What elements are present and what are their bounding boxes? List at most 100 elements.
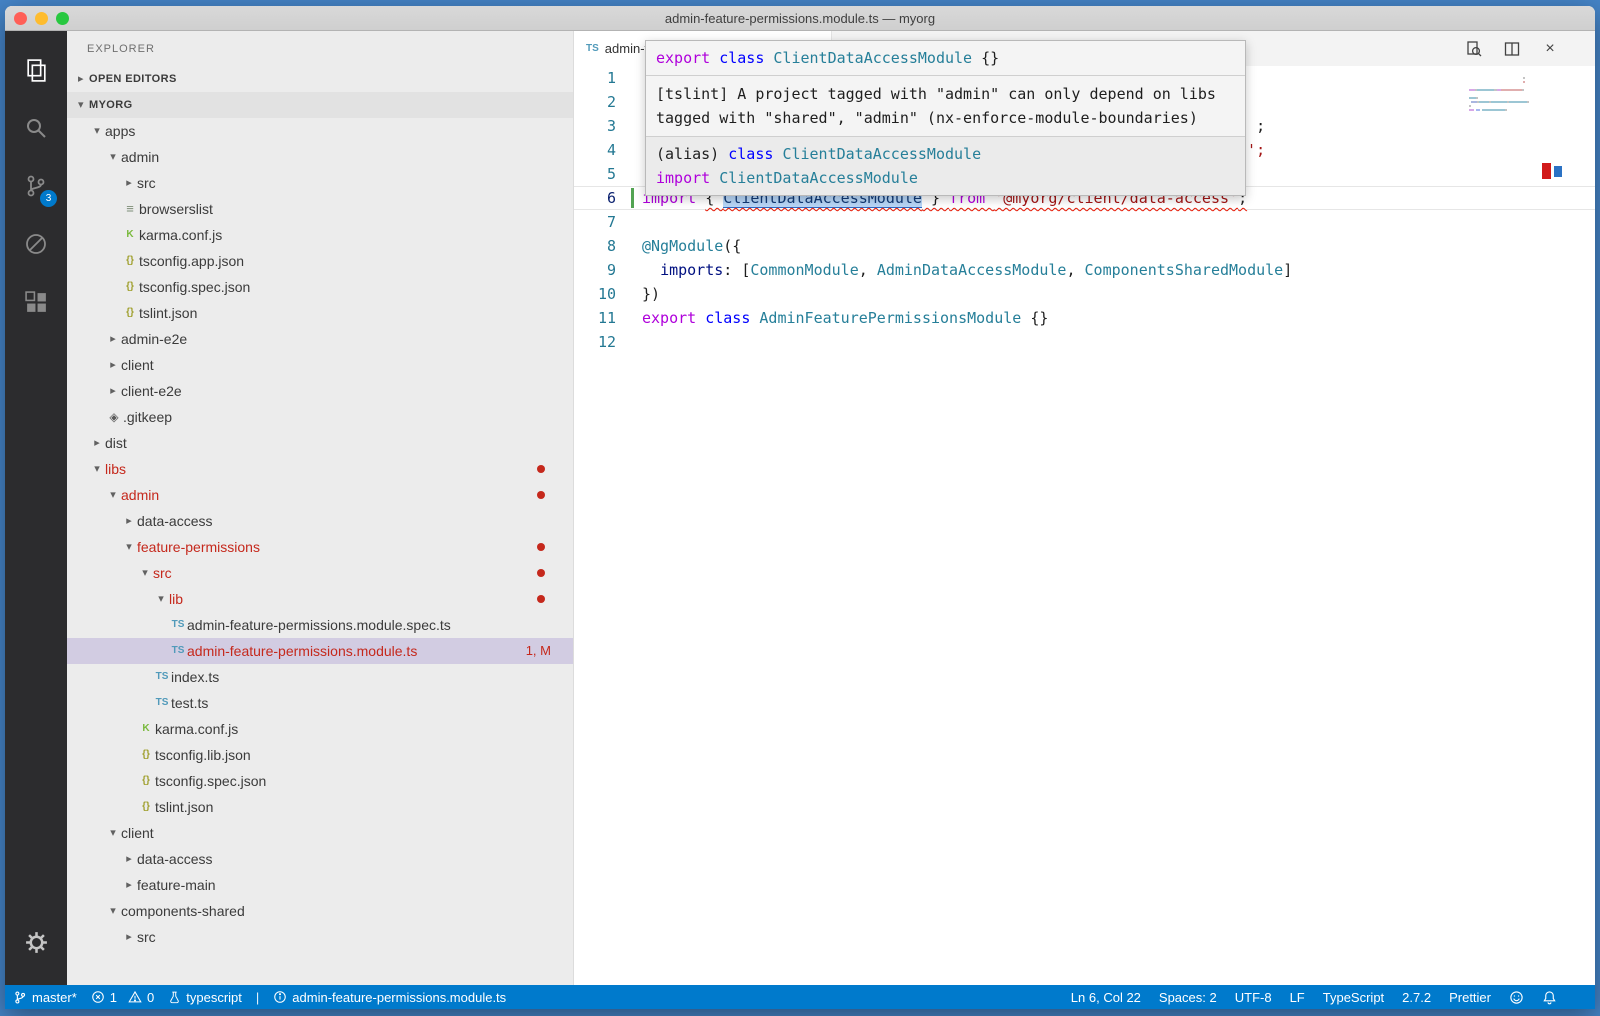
tree-folder-dist[interactable]: ▸dist — [67, 430, 573, 456]
eol-status[interactable]: LF — [1290, 990, 1305, 1005]
tree-folder-src[interactable]: ▾src — [67, 560, 573, 586]
chevron-down-icon[interactable]: ▾ — [105, 482, 121, 508]
tree-file-.gitkeep[interactable]: ◈.gitkeep — [67, 404, 573, 430]
tree-file-tsconfig.spec.json[interactable]: {}tsconfig.spec.json — [67, 768, 573, 794]
source-control-icon[interactable]: 3 — [5, 157, 67, 215]
explorer-icon[interactable] — [5, 41, 67, 99]
code-line-10[interactable]: 10}) — [574, 282, 1595, 306]
code-line-7[interactable]: 7 — [574, 210, 1595, 234]
tree-folder-components-shared[interactable]: ▾components-shared — [67, 898, 573, 924]
chevron-down-icon[interactable]: ▾ — [89, 456, 105, 482]
language-mode-status[interactable]: TypeScript — [1323, 990, 1384, 1005]
typescript-version-status[interactable]: 2.7.2 — [1402, 990, 1431, 1005]
status-separator: | — [256, 990, 259, 1005]
hover-alias-line: (alias) class ClientDataAccessModule — [656, 142, 1235, 166]
tree-file-karma.conf.js[interactable]: Kkarma.conf.js — [67, 716, 573, 742]
open-editors-section[interactable]: ▸ OPEN EDITORS — [67, 66, 573, 92]
settings-gear-icon[interactable] — [5, 913, 67, 971]
tslint-status[interactable]: typescript — [168, 990, 242, 1005]
tree-folder-feature-main[interactable]: ▸feature-main — [67, 872, 573, 898]
search-icon[interactable] — [5, 99, 67, 157]
tree-folder-admin[interactable]: ▾admin — [67, 482, 573, 508]
tree-folder-libs[interactable]: ▾libs — [67, 456, 573, 482]
extensions-icon[interactable] — [5, 273, 67, 331]
tree-folder-src[interactable]: ▸src — [67, 170, 573, 196]
formatter-status[interactable]: Prettier — [1449, 990, 1491, 1005]
active-file-status[interactable]: admin-feature-permissions.module.ts — [273, 990, 506, 1005]
workspace-root-section[interactable]: ▾ MYORG — [67, 92, 573, 118]
tree-file-admin-feature-permissions.module.spec.ts[interactable]: TSadmin-feature-permissions.module.spec.… — [67, 612, 573, 638]
tree-folder-feature-permissions[interactable]: ▾feature-permissions — [67, 534, 573, 560]
tree-folder-admin[interactable]: ▾admin — [67, 144, 573, 170]
code-line-11[interactable]: 11export class AdminFeaturePermissionsMo… — [574, 306, 1595, 330]
tree-file-tslint.json[interactable]: {}tslint.json — [67, 300, 573, 326]
json-file-icon: {} — [137, 742, 155, 768]
chevron-down-icon[interactable]: ▾ — [137, 560, 153, 586]
tree-folder-admin-e2e[interactable]: ▸admin-e2e — [67, 326, 573, 352]
chevron-down-icon[interactable]: ▾ — [121, 534, 137, 560]
chevron-right-icon[interactable]: ▸ — [121, 872, 137, 898]
chevron-right-icon[interactable]: ▸ — [121, 924, 137, 950]
karma-file-icon: K — [121, 222, 139, 248]
line-number: 3 — [574, 114, 616, 138]
chevron-down-icon[interactable]: ▾ — [105, 820, 121, 846]
scm-pending-badge: 3 — [40, 190, 57, 207]
minimap[interactable] — [1469, 69, 1535, 117]
chevron-down-icon: ▾ — [73, 92, 89, 118]
tree-file-test.ts[interactable]: TStest.ts — [67, 690, 573, 716]
chevron-right-icon[interactable]: ▸ — [105, 352, 121, 378]
chevron-right-icon[interactable]: ▸ — [105, 326, 121, 352]
chevron-down-icon[interactable]: ▾ — [89, 118, 105, 144]
code-line-12[interactable]: 12 — [574, 330, 1595, 354]
code-line-8[interactable]: 8@NgModule({ — [574, 234, 1595, 258]
tree-item-label: karma.conf.js — [155, 716, 238, 742]
files-icon — [23, 57, 50, 84]
debug-icon[interactable] — [5, 215, 67, 273]
git-modified-dot — [537, 465, 545, 473]
git-branch-status[interactable]: master* — [13, 990, 77, 1005]
tree-file-tslint.json[interactable]: {}tslint.json — [67, 794, 573, 820]
tree-file-admin-feature-permissions.module.ts[interactable]: TSadmin-feature-permissions.module.ts1, … — [67, 638, 573, 664]
tree-file-index.ts[interactable]: TSindex.ts — [67, 664, 573, 690]
tree-folder-client[interactable]: ▾client — [67, 820, 573, 846]
split-editor-icon[interactable] — [1503, 40, 1521, 58]
tree-folder-apps[interactable]: ▾apps — [67, 118, 573, 144]
tree-folder-src[interactable]: ▸src — [67, 924, 573, 950]
cursor-position-status[interactable]: Ln 6, Col 22 — [1071, 990, 1141, 1005]
indentation-status[interactable]: Spaces: 2 — [1159, 990, 1217, 1005]
chevron-right-icon: ▸ — [73, 66, 89, 92]
window-title: admin-feature-permissions.module.ts — my… — [5, 6, 1595, 31]
tree-file-tsconfig.app.json[interactable]: {}tsconfig.app.json — [67, 248, 573, 274]
vscode-window: admin-feature-permissions.module.ts — my… — [5, 6, 1595, 1009]
chevron-right-icon[interactable]: ▸ — [121, 508, 137, 534]
minimize-window-button[interactable] — [35, 12, 48, 25]
zoom-window-button[interactable] — [56, 12, 69, 25]
tree-file-tsconfig.lib.json[interactable]: {}tsconfig.lib.json — [67, 742, 573, 768]
encoding-status[interactable]: UTF-8 — [1235, 990, 1272, 1005]
feedback-smiley-icon[interactable] — [1509, 990, 1524, 1005]
problems-status[interactable]: 1 0 — [91, 990, 154, 1005]
tree-file-tsconfig.spec.json[interactable]: {}tsconfig.spec.json — [67, 274, 573, 300]
notifications-bell-icon[interactable] — [1542, 990, 1557, 1005]
code-line-9[interactable]: 9 imports: [CommonModule, AdminDataAcces… — [574, 258, 1595, 282]
close-editor-icon[interactable]: × — [1541, 40, 1559, 58]
tree-file-browserslist[interactable]: ≡browserslist — [67, 196, 573, 222]
tree-folder-data-access[interactable]: ▸data-access — [67, 846, 573, 872]
chevron-down-icon[interactable]: ▾ — [105, 144, 121, 170]
no-bug-icon — [23, 231, 49, 257]
chevron-right-icon[interactable]: ▸ — [121, 170, 137, 196]
tree-folder-client[interactable]: ▸client — [67, 352, 573, 378]
tree-folder-lib[interactable]: ▾lib — [67, 586, 573, 612]
chevron-right-icon[interactable]: ▸ — [105, 378, 121, 404]
tree-item-label: browserslist — [139, 196, 213, 222]
code-area[interactable]: 123;4';56import { ClientDataAccessModule… — [574, 66, 1595, 985]
tree-folder-data-access[interactable]: ▸data-access — [67, 508, 573, 534]
chevron-down-icon[interactable]: ▾ — [105, 898, 121, 924]
tree-folder-client-e2e[interactable]: ▸client-e2e — [67, 378, 573, 404]
chevron-right-icon[interactable]: ▸ — [89, 430, 105, 456]
chevron-right-icon[interactable]: ▸ — [121, 846, 137, 872]
tree-file-karma.conf.js[interactable]: Kkarma.conf.js — [67, 222, 573, 248]
chevron-down-icon[interactable]: ▾ — [153, 586, 169, 612]
close-window-button[interactable] — [14, 12, 27, 25]
find-icon[interactable] — [1465, 40, 1483, 58]
